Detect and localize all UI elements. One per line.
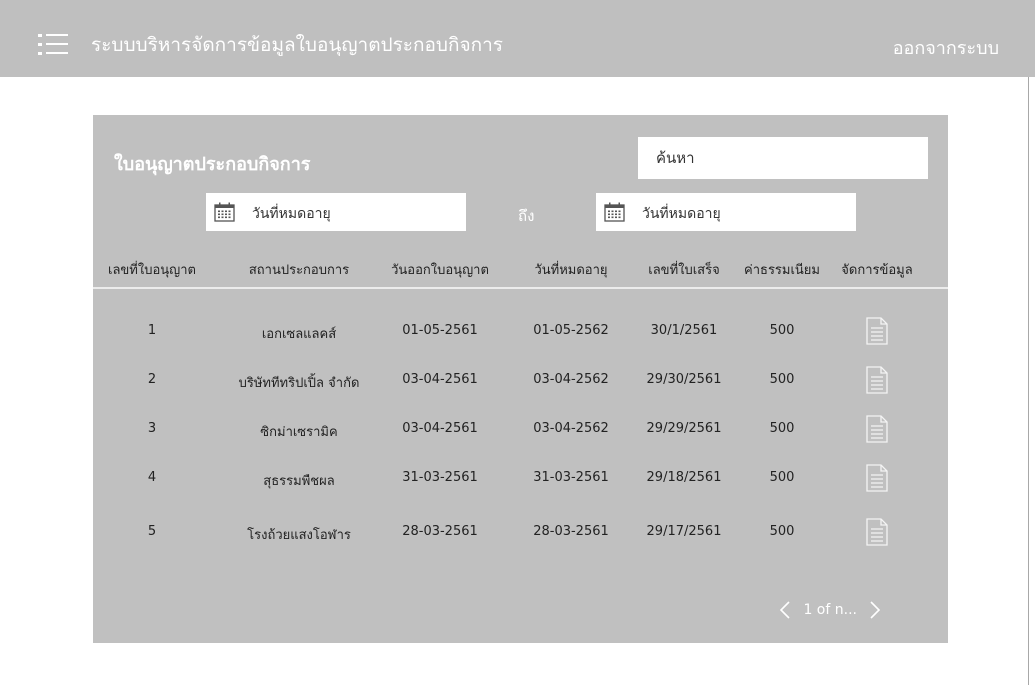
cell-expiry-date: 03-04-2562	[533, 372, 609, 387]
cell-license-no: 4	[147, 470, 157, 485]
cell-receipt-no: 29/29/2561	[646, 421, 722, 436]
cell-fee: 500	[769, 323, 795, 338]
pagination: 1 of n...	[777, 599, 883, 623]
cell-license-no: 5	[147, 524, 157, 539]
cell-receipt-no: 29/18/2561	[646, 470, 722, 485]
cell-expiry-date: 01-05-2562	[533, 323, 609, 338]
cell-issue-date: 03-04-2561	[402, 372, 478, 387]
logout-button[interactable]: ออกจากระบบ	[893, 33, 999, 62]
cell-business: เอกเซลแลคส์	[261, 327, 337, 342]
document-icon[interactable]	[866, 317, 888, 345]
column-header-receipt-no[interactable]: เลขที่ใบเสร็จ	[648, 259, 719, 280]
cell-issue-date: 03-04-2561	[402, 421, 478, 436]
page-indicator: 1 of n...	[803, 602, 857, 618]
cell-expiry-date: 28-03-2561	[533, 524, 609, 539]
cell-license-no: 3	[147, 421, 157, 436]
cell-expiry-date: 03-04-2562	[533, 421, 609, 436]
column-header-issue-date[interactable]: วันออกใบอนุญาต	[391, 259, 489, 280]
license-card: ใบอนุญาตประกอบกิจการ วันที่หมดอายุ ถึง	[93, 115, 948, 643]
chevron-left-icon[interactable]	[777, 599, 793, 621]
cell-issue-date: 28-03-2561	[402, 524, 478, 539]
column-header-manage: จัดการข้อมูล	[841, 263, 913, 278]
cell-fee: 500	[769, 421, 795, 436]
cell-issue-date: 01-05-2561	[402, 323, 478, 338]
cell-business: ซิกม่าเซรามิค	[260, 425, 338, 440]
cell-expiry-date: 31-03-2561	[533, 470, 609, 485]
page-border	[1028, 77, 1029, 685]
cell-business: สุธรรมพืชผล	[263, 474, 335, 489]
cell-license-no: 2	[147, 372, 157, 387]
table-row[interactable]: 1 เอกเซลแลคส์ 01-05-2561 01-05-2562 30/1…	[93, 317, 948, 347]
table-row[interactable]: 3 ซิกม่าเซรามิค 03-04-2561 03-04-2562 29…	[93, 415, 948, 445]
cell-receipt-no: 29/17/2561	[646, 524, 722, 539]
top-bar: ระบบบริหารจัดการข้อมูลใบอนุญาตประกอบกิจก…	[0, 0, 1035, 77]
cell-fee: 500	[769, 470, 795, 485]
column-header-fee[interactable]: ค่าธรรมเนียม	[744, 259, 820, 280]
column-header-license-no[interactable]: เลขที่ใบอนุญาต	[108, 259, 196, 280]
cell-receipt-no: 30/1/2561	[650, 323, 718, 338]
cell-business: โรงถ้วยแสงโอฬาร	[247, 528, 351, 543]
hamburger-menu-icon[interactable]	[38, 33, 68, 55]
table-row[interactable]: 4 สุธรรมพืชผล 31-03-2561 31-03-2561 29/1…	[93, 464, 948, 494]
document-icon[interactable]	[866, 366, 888, 394]
header-divider	[93, 287, 948, 289]
app-title: ระบบบริหารจัดการข้อมูลใบอนุญาตประกอบกิจก…	[91, 34, 504, 56]
chevron-right-icon[interactable]	[867, 599, 883, 621]
table-row[interactable]: 2 บริษัททีทริปเปิ้ล จำกัด 03-04-2561 03-…	[93, 366, 948, 396]
column-header-business[interactable]: สถานประกอบการ	[249, 259, 349, 280]
date-to-placeholder: วันที่หมดอายุ	[642, 206, 721, 222]
calendar-icon	[604, 202, 625, 222]
card-title: ใบอนุญาตประกอบกิจการ	[114, 154, 311, 175]
calendar-icon	[214, 202, 235, 222]
column-header-expiry-date[interactable]: วันที่หมดอายุ	[534, 259, 607, 280]
cell-business: บริษัททีทริปเปิ้ล จำกัด	[238, 376, 360, 391]
document-icon[interactable]	[866, 415, 888, 443]
document-icon[interactable]	[866, 464, 888, 492]
date-range-to-label: ถึง	[518, 207, 535, 225]
cell-fee: 500	[769, 524, 795, 539]
expiry-date-from-field[interactable]: วันที่หมดอายุ	[206, 193, 466, 231]
cell-fee: 500	[769, 372, 795, 387]
cell-license-no: 1	[147, 323, 157, 338]
document-icon[interactable]	[866, 518, 888, 546]
cell-issue-date: 31-03-2561	[402, 470, 478, 485]
date-from-placeholder: วันที่หมดอายุ	[252, 206, 331, 222]
cell-receipt-no: 29/30/2561	[646, 372, 722, 387]
search-input[interactable]	[638, 137, 928, 179]
expiry-date-to-field[interactable]: วันที่หมดอายุ	[596, 193, 856, 231]
table-row[interactable]: 5 โรงถ้วยแสงโอฬาร 28-03-2561 28-03-2561 …	[93, 518, 948, 548]
